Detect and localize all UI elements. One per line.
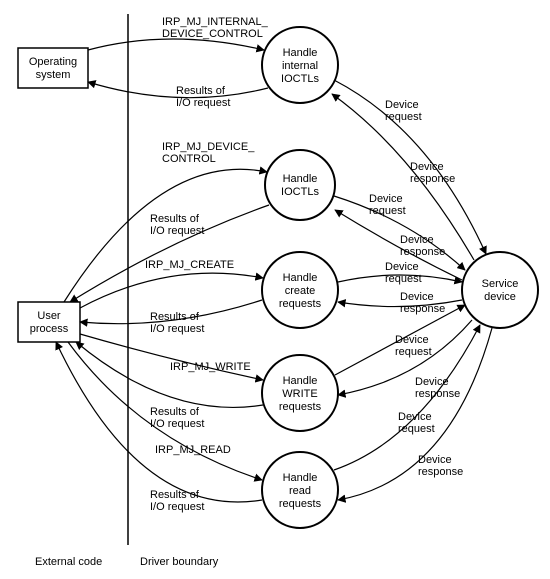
lbl-irp-int2: DEVICE_CONTROL	[162, 28, 263, 40]
node-service-device: Service device	[462, 252, 538, 328]
lbl-res-rd1: Results of	[150, 489, 200, 501]
lbl-dr-int1: Device	[385, 99, 419, 111]
hcreate-l1: Handle	[283, 272, 318, 284]
lbl-dr-wr2: request	[395, 346, 432, 358]
lbl-drsp-cr1: Device	[400, 291, 434, 303]
node-handle-internal-ioctls: Handle internal IOCTLs	[262, 27, 338, 103]
lbl-dr-int2: request	[385, 111, 422, 123]
os-label2: system	[36, 69, 71, 81]
node-user-process: User process	[18, 302, 80, 342]
lbl-drsp-ioctl1: Device	[400, 234, 434, 246]
os-label1: Operating	[29, 56, 77, 68]
lbl-irp-read: IRP_MJ_READ	[155, 444, 231, 456]
lbl-res-int1: Results of	[176, 85, 226, 97]
edge-user-to-hcreate	[80, 273, 263, 308]
hint-l3: IOCTLs	[281, 73, 319, 85]
lbl-res-int2: I/O request	[176, 97, 230, 109]
lbl-res-cr1: Results of	[150, 311, 200, 323]
lbl-res-rd2: I/O request	[150, 501, 204, 513]
lbl-res-wr1: Results of	[150, 406, 200, 418]
hcreate-l3: requests	[279, 298, 322, 310]
user-label1: User	[37, 310, 61, 322]
edge-hwrite-to-user	[76, 342, 263, 407]
lbl-res-ioctl1: Results of	[150, 213, 200, 225]
lbl-dr-rd1: Device	[398, 411, 432, 423]
hioctl-l2: IOCTLs	[281, 186, 319, 198]
lbl-drsp-ioctl2: response	[400, 246, 445, 258]
hwrite-l2: WRITE	[282, 388, 317, 400]
node-operating-system: Operating system	[18, 48, 88, 88]
hread-l3: requests	[279, 498, 322, 510]
lbl-irp-dc1: IRP_MJ_DEVICE_	[162, 141, 255, 153]
lbl-drsp-rd2: response	[418, 466, 463, 478]
hint-l1: Handle	[283, 47, 318, 59]
driver-dataflow-diagram: Operating system User process Handle int…	[0, 0, 550, 579]
edge-os-to-hint	[88, 39, 264, 50]
hread-l1: Handle	[283, 472, 318, 484]
hioctl-l1: Handle	[283, 173, 318, 185]
hint-l2: internal	[282, 60, 318, 72]
lbl-irp-write: IRP_MJ_WRITE	[170, 361, 251, 373]
hcreate-l2: create	[285, 285, 316, 297]
lbl-irp-dc2: CONTROL	[162, 153, 216, 165]
label-external-code: External code	[35, 556, 102, 568]
lbl-res-cr2: I/O request	[150, 323, 204, 335]
lbl-dr-wr1: Device	[395, 334, 429, 346]
svc-l2: device	[484, 291, 516, 303]
label-driver-boundary: Driver boundary	[140, 556, 219, 568]
node-handle-create: Handle create requests	[262, 252, 338, 328]
lbl-dr-rd2: request	[398, 423, 435, 435]
lbl-drsp-int2: response	[410, 173, 455, 185]
lbl-dr-cr2: request	[385, 273, 422, 285]
lbl-drsp-wr2: response	[415, 388, 460, 400]
lbl-res-wr2: I/O request	[150, 418, 204, 430]
edge-user-to-hwrite	[80, 334, 263, 380]
lbl-dr-ioctl1: Device	[369, 193, 403, 205]
lbl-irp-int1: IRP_MJ_INTERNAL_	[162, 16, 269, 28]
lbl-dr-ioctl2: request	[369, 205, 406, 217]
lbl-dr-cr1: Device	[385, 261, 419, 273]
hread-l2: read	[289, 485, 311, 497]
lbl-irp-create: IRP_MJ_CREATE	[145, 259, 234, 271]
hwrite-l3: requests	[279, 401, 322, 413]
node-handle-read: Handle read requests	[262, 452, 338, 528]
node-handle-ioctls: Handle IOCTLs	[265, 150, 335, 220]
svc-l1: Service	[482, 278, 519, 290]
lbl-drsp-cr2: response	[400, 303, 445, 315]
lbl-drsp-rd1: Device	[418, 454, 452, 466]
hwrite-l1: Handle	[283, 375, 318, 387]
user-label2: process	[30, 323, 69, 335]
lbl-res-ioctl2: I/O request	[150, 225, 204, 237]
lbl-drsp-wr1: Device	[415, 376, 449, 388]
node-handle-write: Handle WRITE requests	[262, 355, 338, 431]
lbl-drsp-int1: Device	[410, 161, 444, 173]
